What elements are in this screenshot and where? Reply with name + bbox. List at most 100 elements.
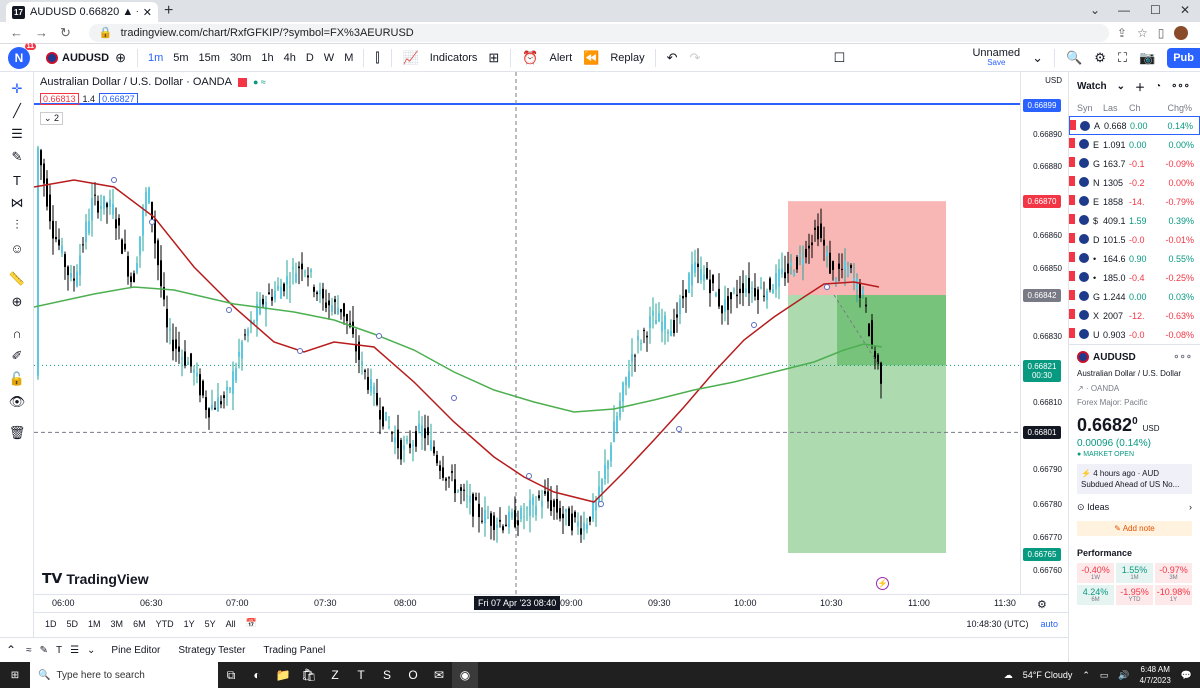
layout-name-button[interactable]: Unnamed Save (972, 47, 1020, 68)
fullscreen-icon[interactable]: ⛶ (1112, 50, 1133, 66)
new-tab-icon[interactable]: + (164, 2, 173, 20)
flag-marker-icon[interactable] (1069, 328, 1075, 338)
alert-button[interactable]: Alert (545, 52, 578, 64)
file-explorer-icon[interactable]: 📁 (270, 662, 296, 688)
col-last[interactable]: Las (1103, 103, 1129, 113)
watchlist-row[interactable]: U 0.903 -0.0 -0.08% (1069, 325, 1200, 344)
reload-icon[interactable]: ↻ (60, 25, 71, 41)
interval-30m[interactable]: 30m (225, 52, 256, 64)
range-3m[interactable]: 3M (106, 619, 129, 629)
layout-box-icon[interactable]: ☐ (828, 50, 852, 66)
chevron-down-icon[interactable]: ⌄ (1090, 3, 1100, 17)
interval-4h[interactable]: 4h (279, 52, 301, 64)
flag-marker-icon[interactable] (1069, 271, 1075, 281)
price-chart[interactable] (34, 72, 1020, 594)
watchlist-row[interactable]: • 164.6 0.90 0.55% (1069, 249, 1200, 268)
more-icon[interactable]: ∘∘∘ (1171, 81, 1190, 92)
alert-icon[interactable]: ⏰ (516, 50, 544, 66)
url-field[interactable]: 🔒 tradingview.com/chart/RxfGFKIP/?symbol… (88, 23, 1109, 42)
indicators-button[interactable]: Indicators (425, 52, 483, 64)
brush-icon[interactable]: ✎ (8, 148, 26, 166)
flag-marker-icon[interactable] (1069, 195, 1075, 205)
watchlist-row[interactable]: E 1858 -14. -0.79% (1069, 192, 1200, 211)
flag-marker-icon[interactable] (1069, 309, 1075, 319)
eye-icon[interactable]: 👁 (8, 393, 26, 411)
ideas-row[interactable]: ⊙ Ideas › (1077, 502, 1192, 513)
interval-1h[interactable]: 1h (256, 52, 278, 64)
edge-icon[interactable]: ◐ (244, 662, 270, 688)
tool-text-icon[interactable]: T (52, 645, 66, 656)
news-item[interactable]: ⚡ 4 hours ago · AUD Subdued Ahead of US … (1077, 464, 1192, 494)
add-symbol-icon[interactable]: ＋ (1135, 79, 1145, 94)
chrome-icon[interactable]: ◉ (452, 662, 478, 688)
crosshair-icon[interactable]: ✛ (8, 80, 26, 98)
forward-icon[interactable]: → (35, 25, 48, 41)
range-ytd[interactable]: YTD (151, 619, 179, 629)
date-range-icon[interactable]: 📅 (241, 618, 262, 629)
indicators-icon[interactable]: 📈 (397, 50, 425, 66)
interval-15m[interactable]: 15m (194, 52, 225, 64)
trash-icon[interactable]: 🗑 (8, 424, 26, 442)
advanced-view-icon[interactable]: ◔ (1155, 81, 1161, 92)
zoom-app-icon[interactable]: Z (322, 662, 348, 688)
bookmark-star-icon[interactable]: ☆ (1137, 26, 1148, 40)
teams-icon[interactable]: T (348, 662, 374, 688)
tool-brush-icon[interactable]: ✎ (36, 645, 52, 656)
auto-scale-button[interactable]: auto (1040, 619, 1068, 629)
interval-5m[interactable]: 5m (168, 52, 193, 64)
lightning-event-icon[interactable]: ⚡ (876, 577, 889, 590)
search-icon[interactable]: 🔍 (1060, 50, 1088, 66)
fib-icon[interactable]: ☰ (8, 125, 26, 143)
sell-button[interactable]: 0.66813 (40, 93, 79, 105)
avatar[interactable] (1174, 25, 1189, 40)
range-1y[interactable]: 1Y (179, 619, 200, 629)
emoji-icon[interactable]: ☺ (8, 239, 26, 257)
panel-tab-strategy-tester[interactable]: Strategy Tester (178, 645, 245, 656)
details-symbol[interactable]: AUDUSD (1093, 352, 1136, 363)
user-menu-button[interactable]: N 11 (8, 42, 36, 69)
flag-marker-icon[interactable] (1069, 214, 1075, 224)
text-tool-icon[interactable]: T (8, 171, 26, 189)
redo-icon[interactable]: ↷ (683, 50, 706, 66)
panel-tab-trading-panel[interactable]: Trading Panel (263, 645, 325, 656)
skype-icon[interactable]: S (374, 662, 400, 688)
symbol-search-button[interactable]: AUDUSD (46, 51, 109, 64)
col-symbol[interactable]: Syn (1073, 103, 1103, 113)
camera-icon[interactable]: 📷 (1133, 50, 1161, 66)
tool-wave-icon[interactable]: ≈ (22, 645, 36, 656)
lock-icon[interactable]: 🔓 (8, 370, 26, 388)
interval-1m[interactable]: 1m (143, 52, 168, 64)
watchlist-row[interactable]: G 163.7 -0.1 -0.09% (1069, 154, 1200, 173)
system-clock[interactable]: 6:48 AM 4/7/2023 (1140, 664, 1171, 686)
add-note-button[interactable]: ✎ Add note (1077, 521, 1192, 536)
watchlist-row[interactable]: • 185.0 -0.4 -0.25% (1069, 268, 1200, 287)
tray-chevron-icon[interactable]: ⌃ (1082, 670, 1090, 681)
share-icon[interactable]: ⇪ (1117, 26, 1127, 40)
windows-start-icon[interactable]: ⊞ (0, 670, 30, 681)
taskbar-search[interactable]: 🔍 Type here to search (30, 662, 218, 688)
range-5d[interactable]: 5D (62, 619, 84, 629)
flag-marker-icon[interactable] (1069, 157, 1075, 167)
chevron-down-icon[interactable]: ⌄ (83, 645, 99, 656)
publish-button[interactable]: Pub (1167, 47, 1200, 68)
utc-clock[interactable]: 10:48:30 (UTC) (966, 619, 1040, 629)
watchlist-row[interactable]: A 0.668 0.00 0.14% (1069, 116, 1200, 135)
range-6m[interactable]: 6M (128, 619, 151, 629)
network-icon[interactable]: ▭ (1100, 670, 1109, 681)
undo-icon[interactable]: ↶ (661, 50, 684, 66)
watchlist-row[interactable]: N 1305 -0.2 0.00% (1069, 173, 1200, 192)
sidepanel-icon[interactable]: ▯ (1158, 26, 1165, 40)
task-view-icon[interactable]: ⧉ (218, 662, 244, 688)
watchlist-row[interactable]: G 1.244 0.00 0.03% (1069, 287, 1200, 306)
browser-tab[interactable]: 17 AUDUSD 0.66820 ▲ +0.14% Un... ✕ (6, 2, 158, 22)
panel-tab-pine-editor[interactable]: Pine Editor (111, 645, 160, 656)
watchlist-row[interactable]: D 101.5 -0.0 -0.01% (1069, 230, 1200, 249)
col-change-pct[interactable]: Chg% (1167, 103, 1196, 113)
watchlist-row[interactable]: E 1.091 0.00 0.00% (1069, 135, 1200, 154)
chevron-down-icon[interactable]: ⌄ (1026, 50, 1049, 66)
flag-marker-icon[interactable] (1069, 138, 1075, 148)
minimize-icon[interactable]: — (1118, 3, 1130, 17)
range-1d[interactable]: 1D (40, 619, 62, 629)
prediction-icon[interactable]: ⫶ (8, 216, 26, 234)
close-window-icon[interactable]: ✕ (1180, 3, 1190, 17)
